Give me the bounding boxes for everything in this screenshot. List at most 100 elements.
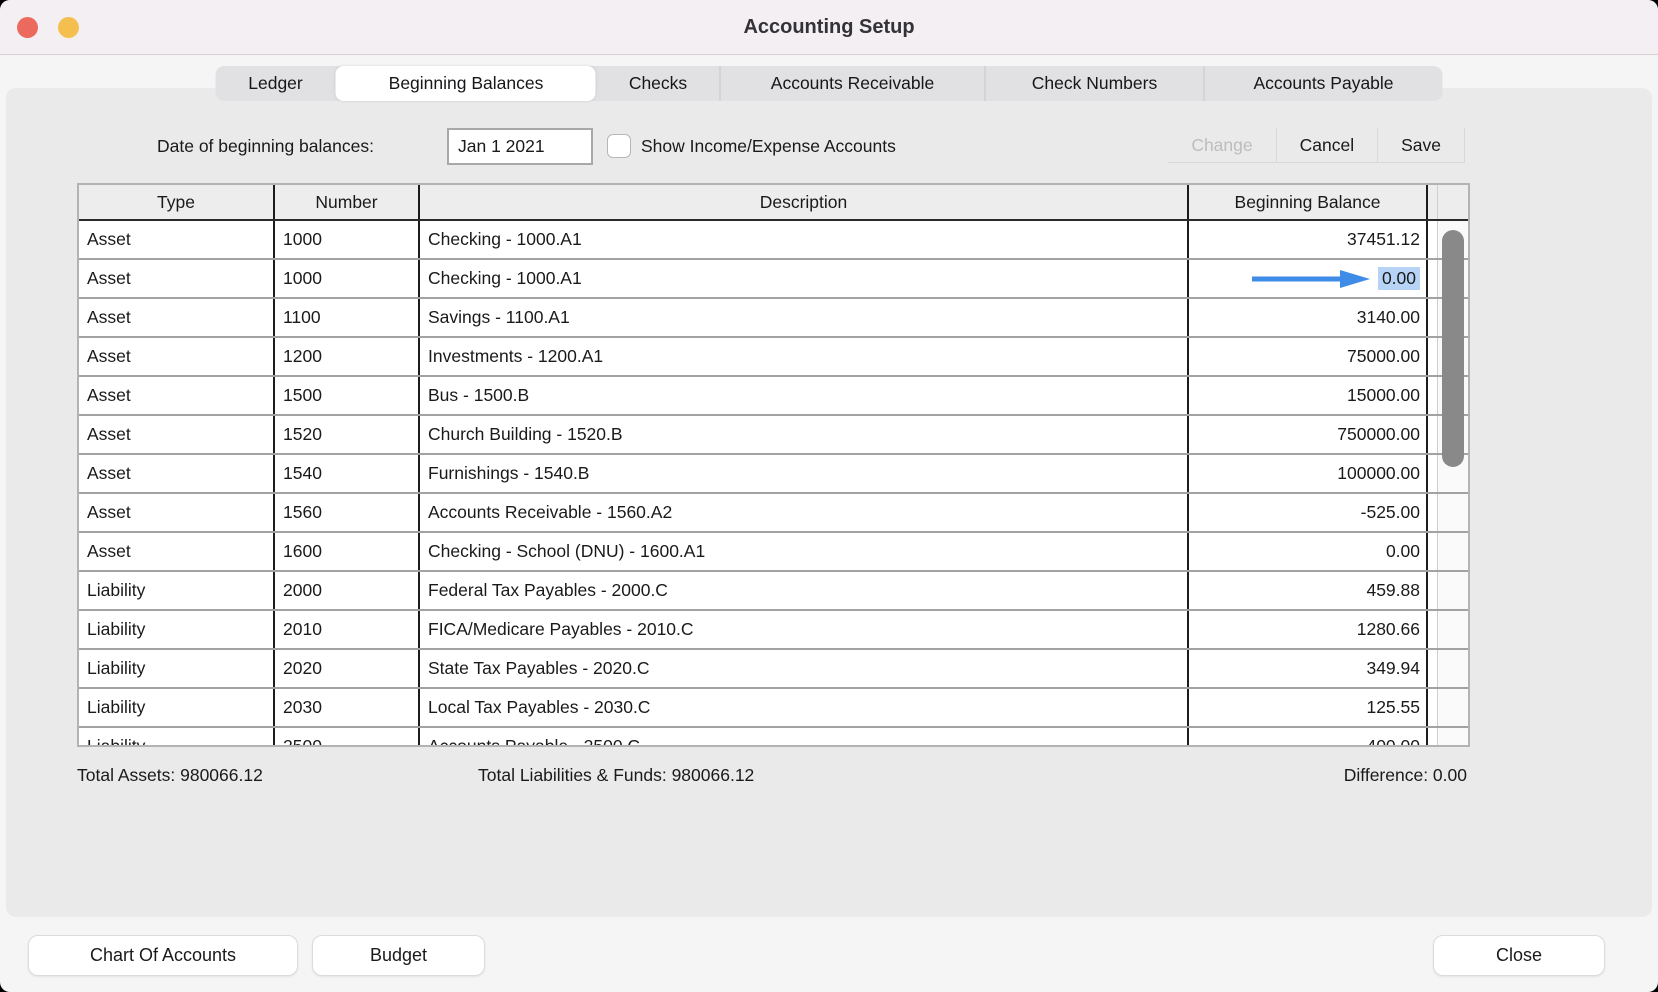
cancel-button[interactable]: Cancel: [1277, 128, 1378, 163]
tab-check-numbers[interactable]: Check Numbers: [985, 66, 1204, 101]
cell-balance[interactable]: 0.00: [1189, 533, 1428, 570]
cell-type[interactable]: Asset: [79, 260, 275, 297]
cell-number[interactable]: 1540: [275, 455, 420, 492]
tab-ledger[interactable]: Ledger: [216, 66, 336, 101]
cell-number[interactable]: 1560: [275, 494, 420, 531]
column-header-number[interactable]: Number: [275, 185, 420, 219]
chart-of-accounts-button[interactable]: Chart Of Accounts: [28, 935, 298, 976]
table-row[interactable]: Asset 1000 Checking - 1000.A1 0.00: [79, 260, 1468, 299]
table-row[interactable]: Liability 2030 Local Tax Payables - 2030…: [79, 689, 1468, 728]
cell-balance[interactable]: 15000.00: [1189, 377, 1428, 414]
cell-description[interactable]: Local Tax Payables - 2030.C: [420, 689, 1189, 726]
cell-balance[interactable]: 3140.00: [1189, 299, 1428, 336]
cell-number[interactable]: 1200: [275, 338, 420, 375]
cell-description[interactable]: Checking - School (DNU) - 1600.A1: [420, 533, 1189, 570]
tab-accounts-receivable[interactable]: Accounts Receivable: [720, 66, 985, 101]
tab-accounts-payable[interactable]: Accounts Payable: [1204, 66, 1443, 101]
change-button[interactable]: Change: [1168, 128, 1276, 163]
table-scrollbar[interactable]: [1442, 230, 1464, 730]
cell-description[interactable]: Savings - 1100.A1: [420, 299, 1189, 336]
cell-description[interactable]: Checking - 1000.A1: [420, 221, 1189, 258]
cell-balance[interactable]: 75000.00: [1189, 338, 1428, 375]
table-row[interactable]: Asset 1600 Checking - School (DNU) - 160…: [79, 533, 1468, 572]
cell-balance[interactable]: 349.94: [1189, 650, 1428, 687]
cell-number[interactable]: 1500: [275, 377, 420, 414]
show-income-expense-checkbox[interactable]: [607, 134, 631, 158]
cell-description[interactable]: Church Building - 1520.B: [420, 416, 1189, 453]
table-row[interactable]: Asset 1560 Accounts Receivable - 1560.A2…: [79, 494, 1468, 533]
cell-description[interactable]: Furnishings - 1540.B: [420, 455, 1189, 492]
cell-type[interactable]: Asset: [79, 455, 275, 492]
table-row[interactable]: Asset 1540 Furnishings - 1540.B 100000.0…: [79, 455, 1468, 494]
beginning-balances-table: Type Number Description Beginning Balanc…: [77, 183, 1470, 747]
tab-checks[interactable]: Checks: [596, 66, 720, 101]
cell-description[interactable]: Bus - 1500.B: [420, 377, 1189, 414]
tab-beginning-balances[interactable]: Beginning Balances: [336, 66, 596, 101]
table-row[interactable]: Asset 1500 Bus - 1500.B 15000.00: [79, 377, 1468, 416]
cell-description[interactable]: Accounts Receivable - 1560.A2: [420, 494, 1189, 531]
cell-number[interactable]: 1100: [275, 299, 420, 336]
cell-type[interactable]: Asset: [79, 377, 275, 414]
cell-number[interactable]: 2030: [275, 689, 420, 726]
cell-type[interactable]: Asset: [79, 221, 275, 258]
cell-description[interactable]: FICA/Medicare Payables - 2010.C: [420, 611, 1189, 648]
balance-value: 125.55: [1366, 697, 1420, 718]
table-row[interactable]: Liability 2020 State Tax Payables - 2020…: [79, 650, 1468, 689]
cell-number[interactable]: 2000: [275, 572, 420, 609]
table-row[interactable]: Asset 1200 Investments - 1200.A1 75000.0…: [79, 338, 1468, 377]
cell-balance[interactable]: -525.00: [1189, 494, 1428, 531]
balance-value: 750000.00: [1337, 424, 1420, 445]
cell-number[interactable]: 1600: [275, 533, 420, 570]
cell-gap: [1428, 494, 1438, 531]
save-button[interactable]: Save: [1378, 128, 1465, 163]
cell-type[interactable]: Liability: [79, 728, 275, 745]
cell-description[interactable]: Checking - 1000.A1: [420, 260, 1189, 297]
cell-type[interactable]: Liability: [79, 689, 275, 726]
cell-type[interactable]: Liability: [79, 572, 275, 609]
cell-number[interactable]: 1000: [275, 260, 420, 297]
table-row[interactable]: Asset 1100 Savings - 1100.A1 3140.00: [79, 299, 1468, 338]
cell-gap: [1428, 221, 1438, 258]
cell-balance[interactable]: 37451.12: [1189, 221, 1428, 258]
table-row[interactable]: Liability 2000 Federal Tax Payables - 20…: [79, 572, 1468, 611]
close-button[interactable]: Close: [1433, 935, 1605, 976]
cell-type[interactable]: Liability: [79, 650, 275, 687]
budget-button[interactable]: Budget: [312, 935, 485, 976]
cell-type[interactable]: Asset: [79, 416, 275, 453]
cell-number[interactable]: 1520: [275, 416, 420, 453]
table-row[interactable]: Liability 2010 FICA/Medicare Payables - …: [79, 611, 1468, 650]
column-header-type[interactable]: Type: [79, 185, 275, 219]
cell-number[interactable]: 1000: [275, 221, 420, 258]
cell-number[interactable]: 2020: [275, 650, 420, 687]
cell-balance[interactable]: 1280.66: [1189, 611, 1428, 648]
cell-type[interactable]: Asset: [79, 533, 275, 570]
scrollbar-thumb[interactable]: [1442, 230, 1464, 467]
table-row[interactable]: Asset 1520 Church Building - 1520.B 7500…: [79, 416, 1468, 455]
cell-balance[interactable]: 750000.00: [1189, 416, 1428, 453]
cell-gap: [1428, 377, 1438, 414]
cell-balance[interactable]: 400.00: [1189, 728, 1428, 745]
cell-type[interactable]: Liability: [79, 611, 275, 648]
cell-type[interactable]: Asset: [79, 494, 275, 531]
column-header-beginning-balance[interactable]: Beginning Balance: [1189, 185, 1428, 219]
cell-balance[interactable]: 459.88: [1189, 572, 1428, 609]
tab-strip: LedgerBeginning BalancesChecksAccounts R…: [216, 66, 1443, 101]
cell-description[interactable]: Accounts Payable - 2500.C: [420, 728, 1189, 745]
show-income-expense-label: Show Income/Expense Accounts: [641, 128, 896, 165]
date-input[interactable]: [447, 128, 593, 165]
cell-description[interactable]: Federal Tax Payables - 2000.C: [420, 572, 1189, 609]
cell-number[interactable]: 2010: [275, 611, 420, 648]
cell-number[interactable]: 2500: [275, 728, 420, 745]
table-row[interactable]: Asset 1000 Checking - 1000.A1 37451.12: [79, 221, 1468, 260]
cell-balance[interactable]: 125.55: [1189, 689, 1428, 726]
cell-balance[interactable]: 100000.00: [1189, 455, 1428, 492]
column-header-description[interactable]: Description: [420, 185, 1189, 219]
cell-description[interactable]: Investments - 1200.A1: [420, 338, 1189, 375]
balance-value: 0.00: [1378, 267, 1420, 290]
table-row[interactable]: Liability 2500 Accounts Payable - 2500.C…: [79, 728, 1468, 745]
cell-type[interactable]: Asset: [79, 299, 275, 336]
cell-type[interactable]: Asset: [79, 338, 275, 375]
cell-balance[interactable]: 0.00: [1189, 260, 1428, 297]
balance-value: -525.00: [1361, 502, 1420, 523]
cell-description[interactable]: State Tax Payables - 2020.C: [420, 650, 1189, 687]
